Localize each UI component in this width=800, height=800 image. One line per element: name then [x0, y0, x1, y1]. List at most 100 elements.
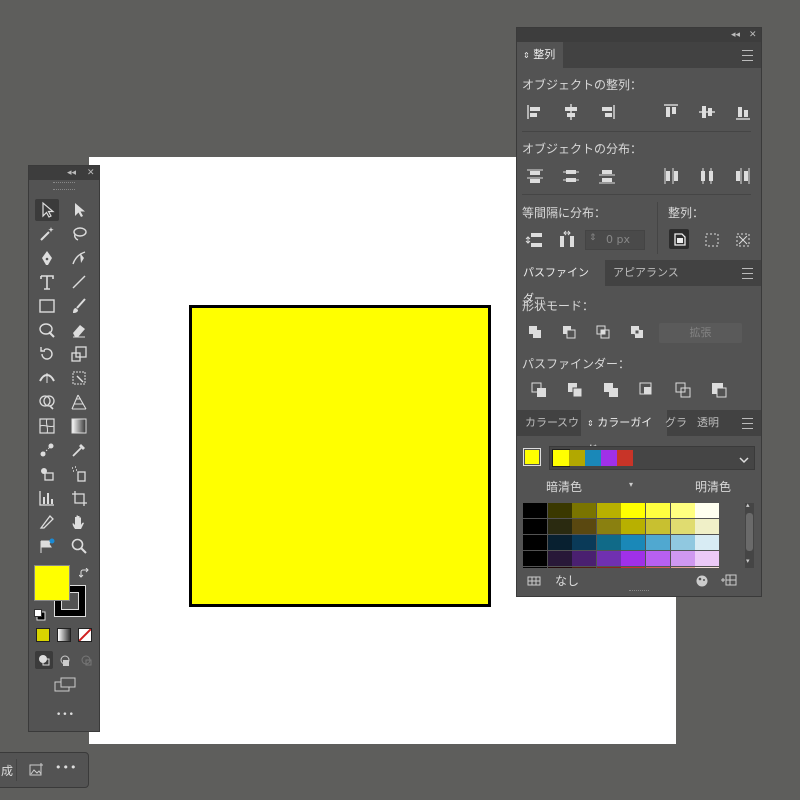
panel-menu-icon[interactable] — [742, 268, 753, 279]
distribute-right-icon[interactable] — [733, 166, 753, 186]
scale-tool-icon[interactable] — [67, 343, 91, 365]
distribute-horizontal-center-icon[interactable] — [697, 166, 717, 186]
color-variation-swatch[interactable] — [547, 535, 572, 550]
slice-tool-icon[interactable] — [35, 511, 59, 533]
color-variation-swatch[interactable] — [621, 503, 646, 518]
zoom-tool-icon[interactable] — [67, 535, 91, 557]
color-variation-swatch[interactable] — [695, 503, 720, 518]
swap-fill-stroke-icon[interactable] — [78, 565, 91, 578]
eraser-tool-icon[interactable] — [67, 319, 91, 341]
chevron-down-icon[interactable] — [738, 451, 750, 470]
pen-tool-icon[interactable] — [35, 247, 59, 269]
color-variation-swatch[interactable] — [646, 567, 670, 568]
gradient-mode-button[interactable] — [57, 628, 71, 642]
rotate-tool-icon[interactable] — [35, 343, 59, 365]
swatch-library-icon[interactable] — [527, 573, 543, 587]
drag-handle[interactable] — [53, 182, 75, 190]
spin-icon[interactable]: ⇕ — [589, 233, 597, 243]
color-variation-swatch[interactable] — [646, 551, 670, 566]
panel-menu-icon[interactable] — [742, 418, 753, 429]
color-variation-swatch[interactable] — [572, 551, 597, 566]
paintbrush-tool-icon[interactable] — [67, 295, 91, 317]
edit-colors-icon[interactable] — [695, 573, 709, 587]
align-top-icon[interactable] — [661, 102, 681, 122]
unite-icon[interactable] — [525, 322, 545, 342]
divide-icon[interactable] — [529, 380, 549, 400]
color-variation-swatch[interactable] — [572, 519, 597, 534]
none-mode-button[interactable] — [78, 628, 92, 642]
magic-wand-tool-icon[interactable] — [35, 223, 59, 245]
variation-dropdown-icon[interactable]: ▾ — [629, 480, 633, 489]
color-variation-swatch[interactable] — [596, 503, 621, 518]
perspective-grid-tool-icon[interactable] — [67, 391, 91, 413]
distribute-bottom-icon[interactable] — [597, 166, 617, 186]
tools-panel-titlebar[interactable]: ◂◂ ✕ — [29, 166, 99, 180]
panel-menu-icon[interactable] — [742, 50, 753, 61]
live-paint-bucket-tool-icon[interactable] — [35, 463, 59, 485]
color-variation-swatch[interactable] — [695, 519, 720, 534]
merge-icon[interactable] — [601, 380, 621, 400]
color-variation-swatch[interactable] — [547, 567, 572, 568]
type-tool-icon[interactable] — [35, 271, 59, 293]
tab-align[interactable]: ⇕ 整列 — [517, 42, 563, 68]
color-variation-swatch[interactable] — [621, 519, 646, 534]
color-variation-swatch[interactable] — [695, 551, 720, 566]
distribute-vertical-space-icon[interactable] — [525, 230, 545, 250]
color-variation-swatch[interactable] — [523, 535, 547, 550]
draw-inside-icon[interactable] — [77, 651, 95, 669]
color-variation-swatch[interactable] — [572, 503, 597, 518]
color-variation-swatch[interactable] — [670, 503, 695, 518]
limit-none-label[interactable]: なし — [555, 572, 579, 589]
tab-gradient[interactable]: グラ — [659, 410, 693, 436]
base-color-swatch[interactable] — [523, 448, 541, 466]
distribute-vertical-center-icon[interactable] — [561, 166, 581, 186]
tab-pathfinder[interactable]: パスファインダー — [517, 260, 605, 305]
puppet-warp-tool-icon[interactable] — [35, 535, 59, 557]
align-to-key-object-icon[interactable] — [669, 229, 689, 249]
color-variation-swatch[interactable] — [695, 567, 720, 568]
tab-transparency[interactable]: 透明 — [691, 410, 725, 436]
align-horizontal-center-icon[interactable] — [561, 102, 581, 122]
screen-mode-icon[interactable] — [53, 676, 77, 694]
color-mode-button[interactable] — [36, 628, 50, 642]
resize-grip[interactable] — [629, 590, 649, 594]
color-variation-swatch[interactable] — [596, 551, 621, 566]
close-icon[interactable]: ✕ — [749, 28, 757, 42]
harmony-rules-dropdown[interactable] — [549, 446, 755, 470]
color-variation-swatch[interactable] — [621, 535, 646, 550]
color-variation-swatch[interactable] — [523, 551, 547, 566]
crop-icon[interactable] — [637, 380, 657, 400]
close-icon[interactable]: ✕ — [87, 166, 95, 180]
outline-icon[interactable] — [673, 380, 693, 400]
color-variation-swatch[interactable] — [670, 567, 695, 568]
tab-appearance[interactable]: アピアランス — [607, 260, 685, 286]
distribute-top-icon[interactable] — [525, 166, 545, 186]
distribute-horizontal-space-icon[interactable] — [557, 230, 577, 250]
image-add-icon[interactable] — [29, 762, 45, 778]
exclude-icon[interactable] — [627, 322, 647, 342]
color-variation-swatch[interactable] — [523, 503, 547, 518]
color-variation-swatch[interactable] — [572, 535, 597, 550]
line-segment-tool-icon[interactable] — [67, 271, 91, 293]
collapse-icon[interactable]: ◂◂ — [731, 28, 740, 42]
intersect-icon[interactable] — [593, 322, 613, 342]
free-transform-tool-icon[interactable] — [67, 367, 91, 389]
color-variation-swatch[interactable] — [670, 551, 695, 566]
yellow-rectangle[interactable] — [189, 305, 491, 607]
color-variation-swatch[interactable] — [695, 535, 720, 550]
expand-button[interactable]: 拡張 — [659, 323, 742, 343]
color-variation-swatch[interactable] — [523, 519, 547, 534]
rectangle-tool-icon[interactable] — [35, 295, 59, 317]
align-right-icon[interactable] — [597, 102, 617, 122]
color-variation-swatch[interactable] — [523, 567, 547, 568]
color-variation-swatch[interactable] — [646, 503, 670, 518]
harmony-color-swatch[interactable] — [585, 450, 601, 466]
fill-color-box[interactable] — [34, 565, 70, 601]
trim-icon[interactable] — [565, 380, 585, 400]
color-variation-swatch[interactable] — [596, 567, 621, 568]
width-tool-icon[interactable] — [35, 367, 59, 389]
curvature-tool-icon[interactable] — [67, 247, 91, 269]
color-variation-swatch[interactable] — [596, 535, 621, 550]
mesh-tool-icon[interactable] — [35, 415, 59, 437]
save-to-swatches-icon[interactable] — [720, 572, 738, 586]
